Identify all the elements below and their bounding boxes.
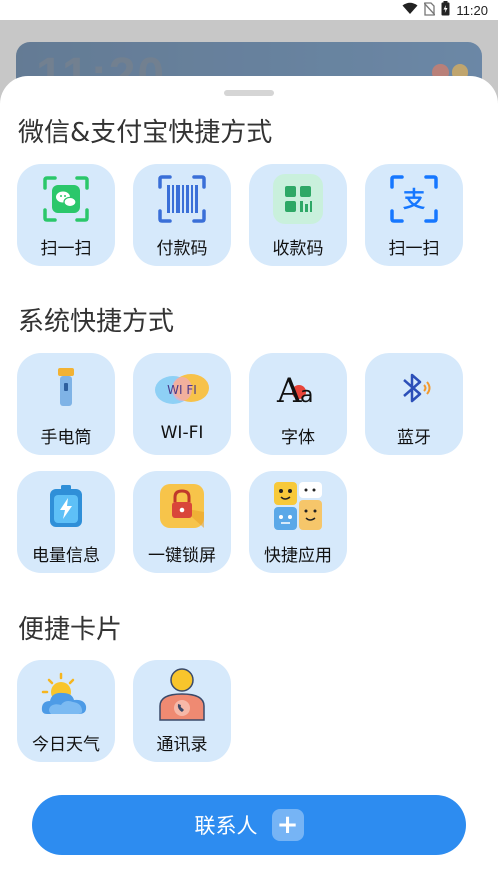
wifi-icon (402, 2, 418, 18)
sim-off-icon (423, 1, 436, 19)
tile-alipay-scan[interactable]: 支 扫一扫 (365, 164, 463, 266)
section-title-cards: 便捷卡片 (18, 615, 123, 645)
tile-label: 快捷应用 (264, 546, 332, 566)
weather-icon (41, 670, 91, 720)
font-glyph-lower: a (300, 383, 313, 408)
battery-info-icon (41, 481, 91, 531)
tile-label: 今日天气 (32, 735, 100, 755)
tile-label: 扫一扫 (388, 239, 440, 259)
flashlight-icon (41, 363, 91, 413)
tile-label: 付款码 (156, 239, 208, 259)
tile-label: 扫一扫 (40, 239, 92, 259)
tile-label: 手电筒 (40, 428, 92, 448)
section-title-system: 系统快捷方式 (18, 307, 175, 337)
tile-label: 电量信息 (32, 546, 100, 566)
wifi-icon: WI FI (153, 363, 211, 413)
plus-icon: + (271, 809, 304, 841)
alipay-glyph: 支 (403, 188, 426, 213)
tile-payment-code[interactable]: 付款码 (133, 164, 231, 266)
tile-receive-code[interactable]: 收款码 (249, 164, 347, 266)
tile-weather[interactable]: 今日天气 (17, 660, 115, 762)
tile-quick-apps[interactable]: 快捷应用 (249, 471, 347, 573)
tile-font[interactable]: A a 字体 (249, 353, 347, 455)
bluetooth-icon (389, 363, 439, 413)
lock-screen-icon (157, 481, 207, 531)
quick-apps-icon (273, 481, 323, 531)
tile-label: 一键锁屏 (148, 546, 216, 566)
tile-bluetooth[interactable]: 蓝牙 (365, 353, 463, 455)
tile-wechat-scan[interactable]: 扫一扫 (17, 164, 115, 266)
contacts-button[interactable]: 联系人 + (32, 795, 466, 855)
font-icon: A a (273, 363, 323, 413)
tile-battery-info[interactable]: 电量信息 (17, 471, 115, 573)
tile-label: 蓝牙 (397, 428, 431, 448)
section-title-wechat-alipay: 微信&支付宝快捷方式 (18, 118, 273, 148)
tile-flashlight[interactable]: 手电筒 (17, 353, 115, 455)
tile-label: WI-FI (160, 423, 204, 443)
battery-icon (441, 1, 450, 19)
font-glyph-upper: A (276, 371, 302, 408)
wifi-icon-text: WI FI (167, 383, 197, 397)
tile-label: 字体 (281, 428, 315, 448)
alipay-scan-icon: 支 (389, 174, 439, 224)
receive-code-icon (273, 174, 323, 224)
tile-label: 收款码 (272, 239, 324, 259)
tile-label: 通讯录 (156, 735, 208, 755)
wechat-scan-icon (41, 174, 91, 224)
status-time: 11:20 (456, 2, 488, 18)
contacts-icon (157, 668, 207, 721)
tile-lock-screen[interactable]: 一键锁屏 (133, 471, 231, 573)
payment-code-icon (157, 174, 207, 224)
tile-contacts[interactable]: 通讯录 (133, 660, 231, 762)
tile-wifi[interactable]: WI FI WI-FI (133, 353, 231, 455)
drag-handle[interactable] (224, 90, 274, 96)
contacts-button-label: 联系人 (194, 814, 258, 838)
status-bar: 11:20 (0, 0, 498, 20)
bottom-sheet: 微信&支付宝快捷方式 扫一扫 付款码 收款码 支 扫一扫 系统快捷方式 手电筒 … (0, 76, 498, 887)
